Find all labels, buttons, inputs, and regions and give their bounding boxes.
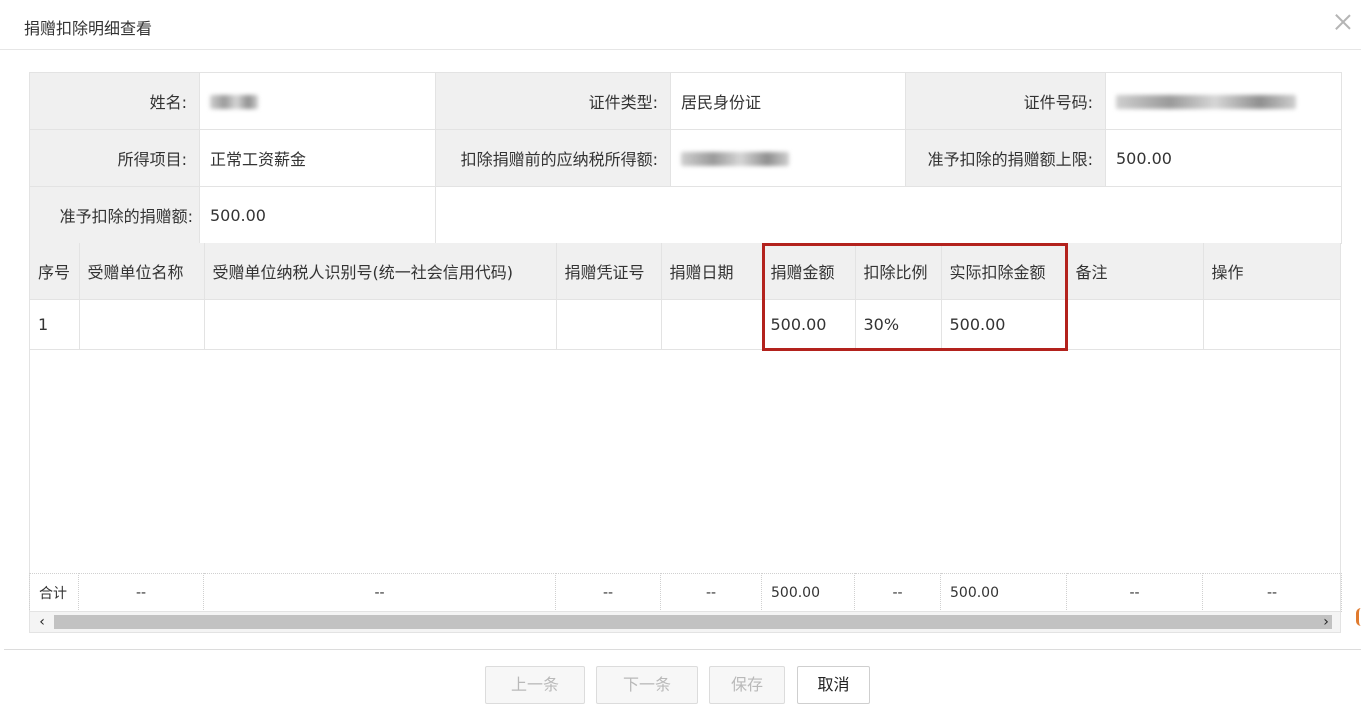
col-header[interactable]: 操作 — [1202, 243, 1340, 300]
col-header[interactable]: 受赠单位名称 — [78, 243, 205, 300]
col-header[interactable]: 捐赠金额 — [761, 243, 856, 300]
id-number-label: 证件号码: — [905, 72, 1106, 130]
deduction-limit-value: 500.00 — [1105, 129, 1342, 187]
cell-voucher-number — [555, 298, 662, 350]
info-panel: 姓名: 证件类型: 居民身份证 证件号码: 所得项目: 正常工资薪金 扣除捐赠前… — [29, 72, 1342, 244]
save-button[interactable]: 保存 — [709, 666, 785, 704]
total-row: 合计 -- -- -- -- 500.00 -- 500.00 -- -- — [29, 573, 1342, 612]
table-row[interactable]: 1 500.00 30% 500.00 — [30, 298, 1340, 350]
name-value — [199, 72, 436, 130]
deduction-limit-label: 准予扣除的捐赠额上限: — [905, 129, 1106, 187]
id-number-value — [1105, 72, 1342, 130]
total-cell: -- — [660, 573, 762, 612]
scrollbar-thumb[interactable] — [54, 615, 1332, 629]
scroll-right-icon[interactable]: › — [1316, 613, 1336, 631]
cell-remark — [1066, 298, 1204, 350]
dialog-footer: 上一条 下一条 保存 取消 — [4, 649, 1361, 711]
dialog-titlebar: 捐赠扣除明细查看 — [0, 0, 1361, 50]
income-item-value: 正常工资薪金 — [199, 129, 436, 187]
col-header[interactable]: 备注 — [1066, 243, 1204, 300]
total-cell: -- — [555, 573, 661, 612]
col-header[interactable]: 捐赠日期 — [660, 243, 763, 300]
cell-action — [1202, 298, 1340, 350]
cell-actual-deduction: 500.00 — [940, 298, 1068, 350]
cell-donation-date — [660, 298, 763, 350]
table-header-row: 序号 受赠单位名称 受赠单位纳税人识别号(统一社会信用代码) 捐赠凭证号 捐赠日… — [30, 243, 1340, 300]
cell-recipient-name — [78, 298, 205, 350]
id-type-value: 居民身份证 — [670, 72, 906, 130]
total-cell: -- — [78, 573, 204, 612]
col-header[interactable]: 扣除比例 — [854, 243, 942, 300]
total-actual-deduction: 500.00 — [940, 573, 1067, 612]
next-button[interactable]: 下一条 — [596, 666, 698, 704]
detail-table: 序号 受赠单位名称 受赠单位纳税人识别号(统一社会信用代码) 捐赠凭证号 捐赠日… — [30, 243, 1340, 350]
income-item-label: 所得项目: — [29, 129, 200, 187]
redacted-id-number — [1116, 95, 1296, 109]
prev-button[interactable]: 上一条 — [485, 666, 585, 704]
dialog-title: 捐赠扣除明细查看 — [24, 19, 153, 38]
col-header[interactable]: 捐赠凭证号 — [555, 243, 662, 300]
allowed-deduction-value: 500.00 — [199, 186, 436, 244]
cell-recipient-tax-id — [203, 298, 557, 350]
allowed-deduction-label: 准予扣除的捐赠额: — [29, 186, 200, 244]
horizontal-scrollbar[interactable]: ‹ › — [29, 611, 1341, 633]
redacted-name — [210, 95, 258, 109]
col-header[interactable]: 受赠单位纳税人识别号(统一社会信用代码) — [203, 243, 557, 300]
cell-donation-amount: 500.00 — [761, 298, 856, 350]
id-type-label: 证件类型: — [435, 72, 671, 130]
info-empty-cell — [435, 186, 1342, 244]
donation-deduction-dialog: 捐赠扣除明细查看 姓名: 证件类型: 居民身份证 证件号码: 所得项目: 正常工… — [0, 0, 1361, 711]
scroll-left-icon[interactable]: ‹ — [32, 613, 52, 631]
total-cell: -- — [854, 573, 941, 612]
col-header[interactable]: 序号 — [30, 243, 80, 300]
taxable-before-value — [670, 129, 906, 187]
total-cell: -- — [1066, 573, 1203, 612]
cell-index: 1 — [30, 298, 80, 350]
name-label: 姓名: — [29, 72, 200, 130]
total-cell: -- — [203, 573, 556, 612]
cancel-button[interactable]: 取消 — [797, 666, 870, 704]
total-donation-amount: 500.00 — [761, 573, 855, 612]
close-icon[interactable] — [1331, 10, 1355, 34]
taxable-before-label: 扣除捐赠前的应纳税所得额: — [435, 129, 671, 187]
edge-decoration — [1356, 608, 1361, 626]
col-header[interactable]: 实际扣除金额 — [940, 243, 1068, 300]
cell-deduction-ratio: 30% — [854, 298, 942, 350]
total-label: 合计 — [29, 573, 79, 612]
total-cell: -- — [1202, 573, 1342, 612]
redacted-taxable-amount — [681, 152, 789, 166]
